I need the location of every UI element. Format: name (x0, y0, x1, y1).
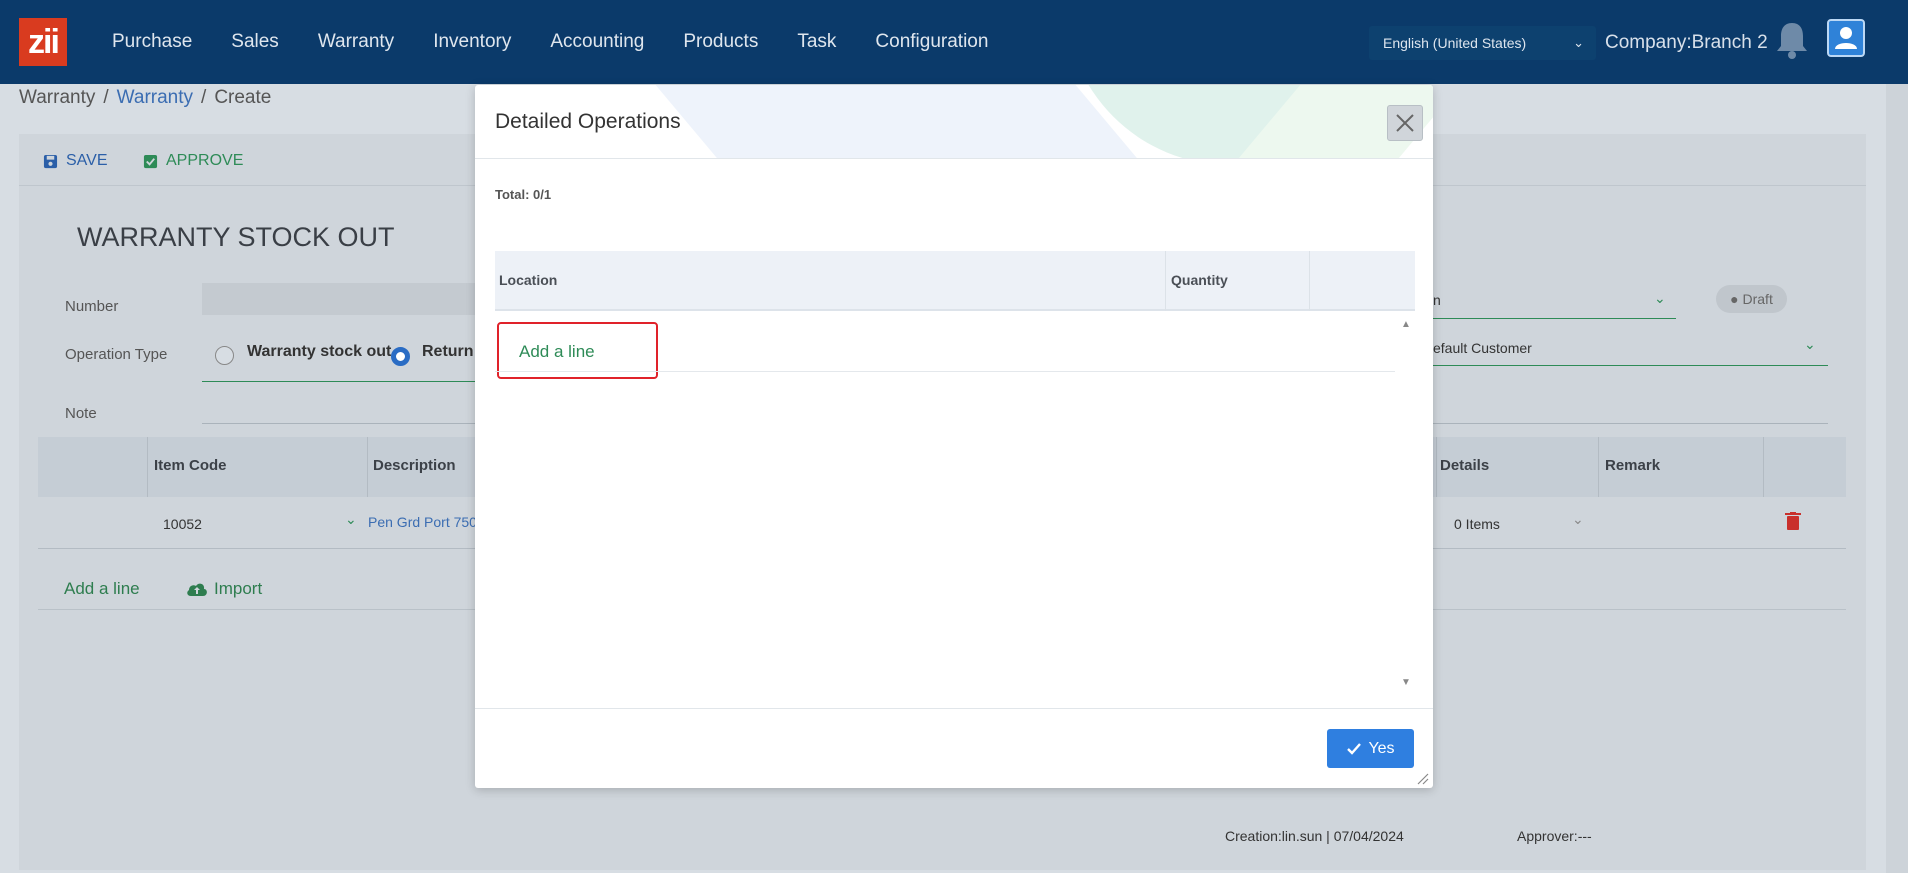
col-divider (147, 437, 148, 497)
form-title: WARRANTY STOCK OUT (77, 222, 395, 252)
close-button[interactable] (1387, 105, 1423, 141)
right-select-1-underline (1433, 318, 1676, 319)
page-scrollbar[interactable] (1886, 84, 1908, 873)
note-label: Note (65, 405, 97, 422)
approve-button[interactable]: APPROVE (143, 152, 243, 170)
chevron-down-icon[interactable]: ⌄ (1804, 336, 1816, 353)
scroll-down-icon[interactable]: ▼ (1401, 677, 1411, 688)
add-line-button[interactable]: Add a line (64, 579, 140, 599)
radio-warranty-stock-out[interactable] (215, 346, 234, 365)
breadcrumb-root: Warranty (19, 87, 96, 108)
header-description[interactable]: Description (373, 457, 456, 474)
nav-item-task[interactable]: Task (797, 31, 836, 53)
header-decoration (647, 85, 1143, 158)
modal-footer-divider (475, 708, 1433, 709)
header-item-code[interactable]: Item Code (154, 457, 227, 474)
chevron-down-icon[interactable]: ⌄ (1572, 511, 1584, 528)
user-avatar-icon[interactable] (1827, 19, 1865, 57)
modal-title: Detailed Operations (495, 110, 681, 133)
col-divider (1309, 251, 1310, 311)
resize-handle-icon[interactable] (1415, 771, 1429, 785)
scroll-up-icon[interactable]: ▲ (1401, 319, 1411, 330)
breadcrumb-link-warranty[interactable]: Warranty (117, 87, 193, 108)
col-divider (1436, 437, 1437, 497)
detailed-operations-modal: Detailed Operations Total: 0/1 Location … (475, 85, 1433, 788)
app-logo[interactable]: zii (19, 18, 67, 66)
total-count: Total: 0/1 (495, 187, 552, 202)
row-divider (495, 371, 1395, 372)
nav-item-purchase[interactable]: Purchase (112, 31, 192, 53)
item-code-value[interactable]: 10052 (163, 516, 202, 532)
nav-item-inventory[interactable]: Inventory (433, 31, 511, 53)
yes-button[interactable]: Yes (1327, 729, 1414, 768)
details-value[interactable]: 0 Items (1454, 516, 1500, 532)
language-select[interactable]: English (United States) ⌄ (1369, 26, 1596, 60)
nav-item-warranty[interactable]: Warranty (318, 31, 394, 53)
col-divider (367, 437, 368, 497)
customer-select-value[interactable]: efault Customer (1433, 340, 1532, 356)
customer-select-underline (1433, 365, 1828, 366)
modal-header: Detailed Operations (475, 85, 1433, 159)
nav-item-sales[interactable]: Sales (231, 31, 279, 53)
trash-icon[interactable] (1785, 512, 1801, 533)
number-label: Number (65, 298, 119, 315)
header-details[interactable]: Details (1440, 457, 1489, 474)
header-remark[interactable]: Remark (1605, 457, 1660, 474)
operation-type-underline (202, 381, 478, 382)
save-button[interactable]: SAVE (43, 152, 108, 170)
company-label[interactable]: Company:Branch 2 (1605, 32, 1768, 54)
cloud-upload-icon (187, 583, 207, 596)
chevron-down-icon[interactable]: ⌄ (1654, 290, 1666, 307)
col-divider (1763, 437, 1764, 497)
operation-type-label: Operation Type (65, 346, 168, 363)
col-divider (1165, 251, 1166, 311)
radio-return[interactable] (391, 347, 410, 366)
operations-table-header: Location Quantity (495, 251, 1415, 311)
col-divider (1598, 437, 1599, 497)
close-icon (1396, 114, 1414, 132)
floppy-disk-icon (43, 154, 58, 168)
import-button[interactable]: Import (186, 579, 262, 599)
nav-item-accounting[interactable]: Accounting (550, 31, 644, 53)
number-field[interactable] (202, 283, 477, 315)
radio-warranty-stock-out-label: Warranty stock out (247, 343, 392, 360)
approver-info: Approver:--- (1517, 828, 1592, 844)
creation-info: Creation:lin.sun | 07/04/2024 (1225, 828, 1404, 844)
status-badge: ● Draft (1716, 285, 1787, 313)
check-icon (1347, 742, 1362, 755)
radio-return-label: Return (422, 343, 474, 360)
breadcrumb-current: Create (214, 87, 272, 108)
bell-icon[interactable] (1774, 20, 1810, 60)
checkbox-icon (143, 154, 158, 168)
chevron-down-icon: ⌄ (1573, 35, 1584, 50)
language-value: English (United States) (1383, 35, 1527, 51)
modal-add-line-button[interactable]: Add a line (519, 342, 595, 362)
chevron-down-icon[interactable]: ⌄ (345, 511, 357, 528)
breadcrumb: Warranty / Warranty / Create (19, 87, 272, 108)
nav-item-products[interactable]: Products (683, 31, 758, 53)
header-location[interactable]: Location (499, 272, 557, 288)
right-select-1-value[interactable]: n (1433, 292, 1441, 308)
header-quantity[interactable]: Quantity (1171, 272, 1228, 288)
nav-item-configuration[interactable]: Configuration (875, 31, 988, 53)
top-navbar: zii Purchase Sales Warranty Inventory Ac… (0, 0, 1908, 84)
description-value[interactable]: Pen Grd Port 750 (368, 514, 477, 530)
main-nav: Purchase Sales Warranty Inventory Accoun… (112, 0, 1027, 84)
